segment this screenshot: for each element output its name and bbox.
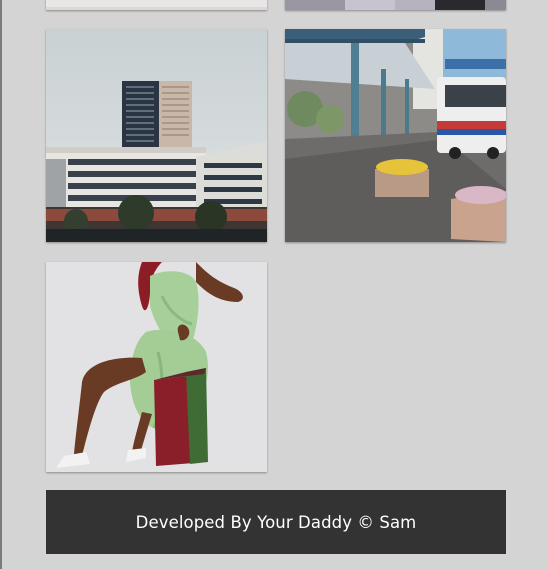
gallery-image-bus-stop[interactable] [285,29,506,242]
gallery-image-city-buildings[interactable] [46,29,267,242]
footer-credit-text: Developed By Your Daddy © Sam [135,512,417,532]
gallery-image-partial-right[interactable] [285,0,506,10]
gallery-image-green-dress[interactable] [46,262,267,472]
page-left-border [0,0,2,569]
footer: Developed By Your Daddy © Sam [46,490,506,554]
gallery-image-partial-left[interactable] [46,0,267,10]
